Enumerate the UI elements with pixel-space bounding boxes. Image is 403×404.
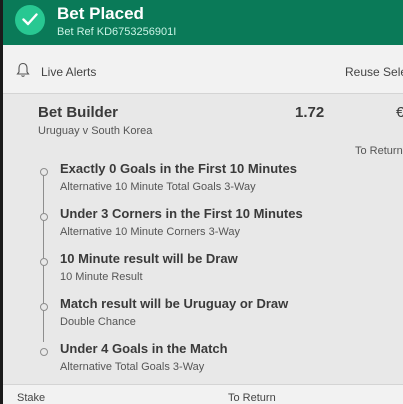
selection-item: 10 Minute result will be Draw 10 Minute …	[3, 251, 403, 291]
stake-value: €	[396, 104, 403, 121]
bet-odds: 1.72	[295, 104, 325, 121]
header-title: Bet Placed	[57, 4, 144, 23]
selection-item: Match result will be Uruguay or Draw Dou…	[3, 296, 403, 336]
timeline-dot	[40, 303, 48, 311]
selection-item: Under 3 Corners in the First 10 Minutes …	[3, 206, 403, 246]
stake-label: Stake	[17, 392, 46, 404]
selection-item: Exactly 0 Goals in the First 10 Minutes …	[3, 161, 403, 201]
bet-type-title: Bet Builder	[38, 104, 119, 121]
selection-item: Under 4 Goals in the Match Alternative T…	[3, 341, 403, 381]
selection-name: Under 3 Corners in the First 10 Minutes	[60, 206, 303, 221]
selection-market: Double Chance	[60, 316, 136, 328]
alerts-bar: Live Alerts Reuse Selec	[3, 45, 403, 94]
selection-name: Match result will be Uruguay or Draw	[60, 296, 289, 311]
live-alerts-toggle[interactable]: Live Alerts	[41, 65, 96, 79]
selection-name: Under 4 Goals in the Match	[60, 341, 228, 356]
selection-market: 10 Minute Result	[60, 271, 143, 283]
bell-icon[interactable]	[16, 62, 30, 83]
timeline-dot	[40, 258, 48, 266]
selection-name: 10 Minute result will be Draw	[60, 251, 238, 266]
bet-reference: Bet Ref KD6753256901I	[57, 26, 177, 38]
selection-market: Alternative 10 Minute Corners 3-Way	[60, 226, 240, 238]
timeline-dot	[40, 213, 48, 221]
bet-receipt-panel: Bet Placed Bet Ref KD6753256901I Live Al…	[3, 0, 403, 404]
selection-market: Alternative 10 Minute Total Goals 3-Way	[60, 181, 256, 193]
checkmark-circle-icon	[15, 5, 45, 35]
to-return-label: To Return	[355, 145, 403, 157]
timeline-dot	[40, 168, 48, 176]
timeline-dot	[40, 348, 48, 356]
bet-builder-card: Bet Builder 1.72 € Uruguay v South Korea…	[3, 94, 403, 384]
footer-to-return-label: To Return	[228, 392, 276, 404]
selection-name: Exactly 0 Goals in the First 10 Minutes	[60, 161, 297, 176]
match-name: Uruguay v South Korea	[38, 125, 153, 137]
bet-placed-header: Bet Placed Bet Ref KD6753256901I	[3, 0, 403, 45]
stake-footer: Stake To Return	[3, 384, 403, 404]
reuse-selections-button[interactable]: Reuse Selec	[345, 65, 403, 79]
selection-market: Alternative Total Goals 3-Way	[60, 361, 205, 373]
